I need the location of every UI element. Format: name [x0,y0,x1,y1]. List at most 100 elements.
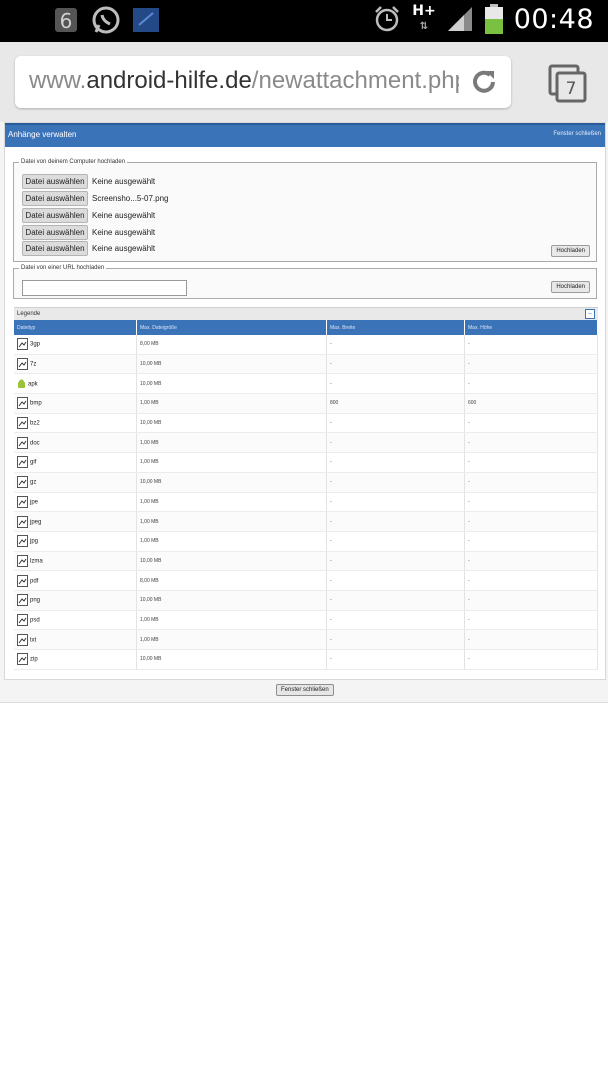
file-row: Datei auswählen Keine ausgewählt [22,225,155,240]
clock: 00:48 [513,3,594,35]
file-type-cell: gif [14,452,137,473]
max-height-cell: - [464,354,598,375]
choose-file-button[interactable]: Datei auswählen [22,174,88,189]
url-input[interactable] [22,280,187,296]
max-size-cell: 10,00 MB [136,551,327,572]
file-type-icon [17,535,28,548]
whatsapp-icon [90,4,122,36]
close-window-button[interactable]: Fenster schließen [276,684,334,696]
file-type-label: bz2 [30,420,40,427]
max-height-cell: - [464,413,598,434]
url-upload-section: Datei von einer URL hochladen Hochladen [13,265,597,299]
notification-badge-icon: 6 [50,4,82,36]
max-width-cell: - [326,590,465,611]
file-type-cell: jpe [14,492,137,513]
table-row: jpe 1,00 MB - - [14,492,598,513]
max-height-cell: - [464,452,598,473]
table-row: png 10,00 MB - - [14,590,598,611]
table-row: jpeg 1,00 MB - - [14,511,598,532]
url-upload-button[interactable]: Hochladen [551,281,590,293]
choose-file-button[interactable]: Datei auswählen [22,225,88,240]
table-row: zip 10,00 MB - - [14,649,598,670]
max-width-cell: - [326,610,465,631]
table-header-row: Dateityp Max. Dateigröße Max. Breite Max… [14,320,598,335]
column-header: Max. Höhe [464,320,598,335]
file-type-label: gz [30,479,37,486]
max-size-cell: 10,00 MB [136,649,327,670]
max-size-cell: 8,00 MB [136,570,327,591]
computer-upload-legend: Datei von deinem Computer hochladen [21,159,126,165]
reload-icon[interactable] [469,67,499,97]
file-row: Datei auswählen Keine ausgewählt [22,174,156,189]
tabs-icon[interactable]: 7 [548,64,588,104]
max-width-cell: - [326,629,465,650]
file-type-icon [17,495,28,508]
file-type-cell: bmp [14,393,137,414]
address-bar[interactable]: www.android-hilfe.de/newattachment.php? [15,56,511,108]
max-size-cell: 10,00 MB [136,354,327,375]
file-row: Datei auswählen Keine ausgewählt [22,241,156,256]
collapse-icon[interactable]: – [585,309,595,319]
max-width-cell: - [326,551,465,572]
url-prefix: www. [29,67,87,94]
file-status: Keine ausgewählt [92,244,156,253]
url-upload-legend: Datei von einer URL hochladen [21,265,105,271]
table-row: apk 10,00 MB - - [14,373,598,395]
dialog-titlebar: Anhänge verwalten Fenster schließen [5,123,605,147]
file-status: Screensho...5-07.png [92,194,169,203]
max-width-cell: - [326,432,465,454]
max-height-cell: - [464,570,598,591]
file-type-label: jpg [30,538,39,545]
table-row: bz2 10,00 MB - - [14,413,598,434]
max-size-cell: 1,00 MB [136,393,327,414]
file-type-cell: bz2 [14,413,137,434]
max-width-cell: - [326,354,465,375]
choose-file-button[interactable]: Datei auswählen [22,191,88,206]
table-row: txt 1,00 MB - - [14,629,598,650]
max-height-cell: - [464,511,598,532]
file-type-icon [17,338,28,351]
file-type-cell: apk [14,373,137,395]
choose-file-button[interactable]: Datei auswählen [22,208,88,223]
file-type-icon [17,417,28,430]
file-type-cell: gz [14,472,137,493]
file-type-label: jpe [30,499,39,506]
max-height-cell: 600 [464,393,598,414]
close-window-link[interactable]: Fenster schließen [553,131,601,137]
table-row: psd 1,00 MB - - [14,610,598,631]
max-width-cell: - [326,531,465,552]
battery-icon [484,4,503,34]
file-row: Datei auswählen Keine ausgewählt [22,208,155,223]
file-type-label: zip [30,656,38,663]
file-type-icon [17,515,28,528]
url-path: /newattachment.php? [251,67,459,94]
computer-upload-section: Datei von deinem Computer hochladen Date… [13,159,597,262]
file-type-cell: jpg [14,531,137,552]
dialog-title: Anhänge verwalten [8,130,77,139]
upload-button[interactable]: Hochladen [551,245,590,257]
file-types-table: Dateityp Max. Dateigröße Max. Breite Max… [14,320,598,670]
url-text[interactable]: www.android-hilfe.de/newattachment.php? [29,67,459,95]
url-domain: android-hilfe.de [86,67,252,94]
max-height-cell: - [464,610,598,631]
file-type-icon [17,378,26,389]
file-type-icon [17,476,28,489]
choose-file-button[interactable]: Datei auswählen [22,241,88,256]
max-width-cell: - [326,511,465,532]
file-status: Keine ausgewählt [92,177,156,186]
file-type-icon [17,397,28,410]
max-size-cell: 10,00 MB [136,413,327,434]
file-type-cell: jpeg [14,511,137,532]
network-type: H+ ⇅ [412,3,436,32]
max-height-cell: - [464,590,598,611]
file-type-label: bmp [30,400,42,407]
file-type-icon [17,358,28,371]
table-row: jpg 1,00 MB - - [14,531,598,552]
max-size-cell: 1,00 MB [136,531,327,552]
file-type-cell: 7z [14,354,137,375]
max-height-cell: - [464,432,598,454]
max-size-cell: 1,00 MB [136,432,327,454]
file-type-icon [17,633,28,646]
file-type-label: psd [30,617,40,624]
legend-bar: Legende – [14,307,598,321]
